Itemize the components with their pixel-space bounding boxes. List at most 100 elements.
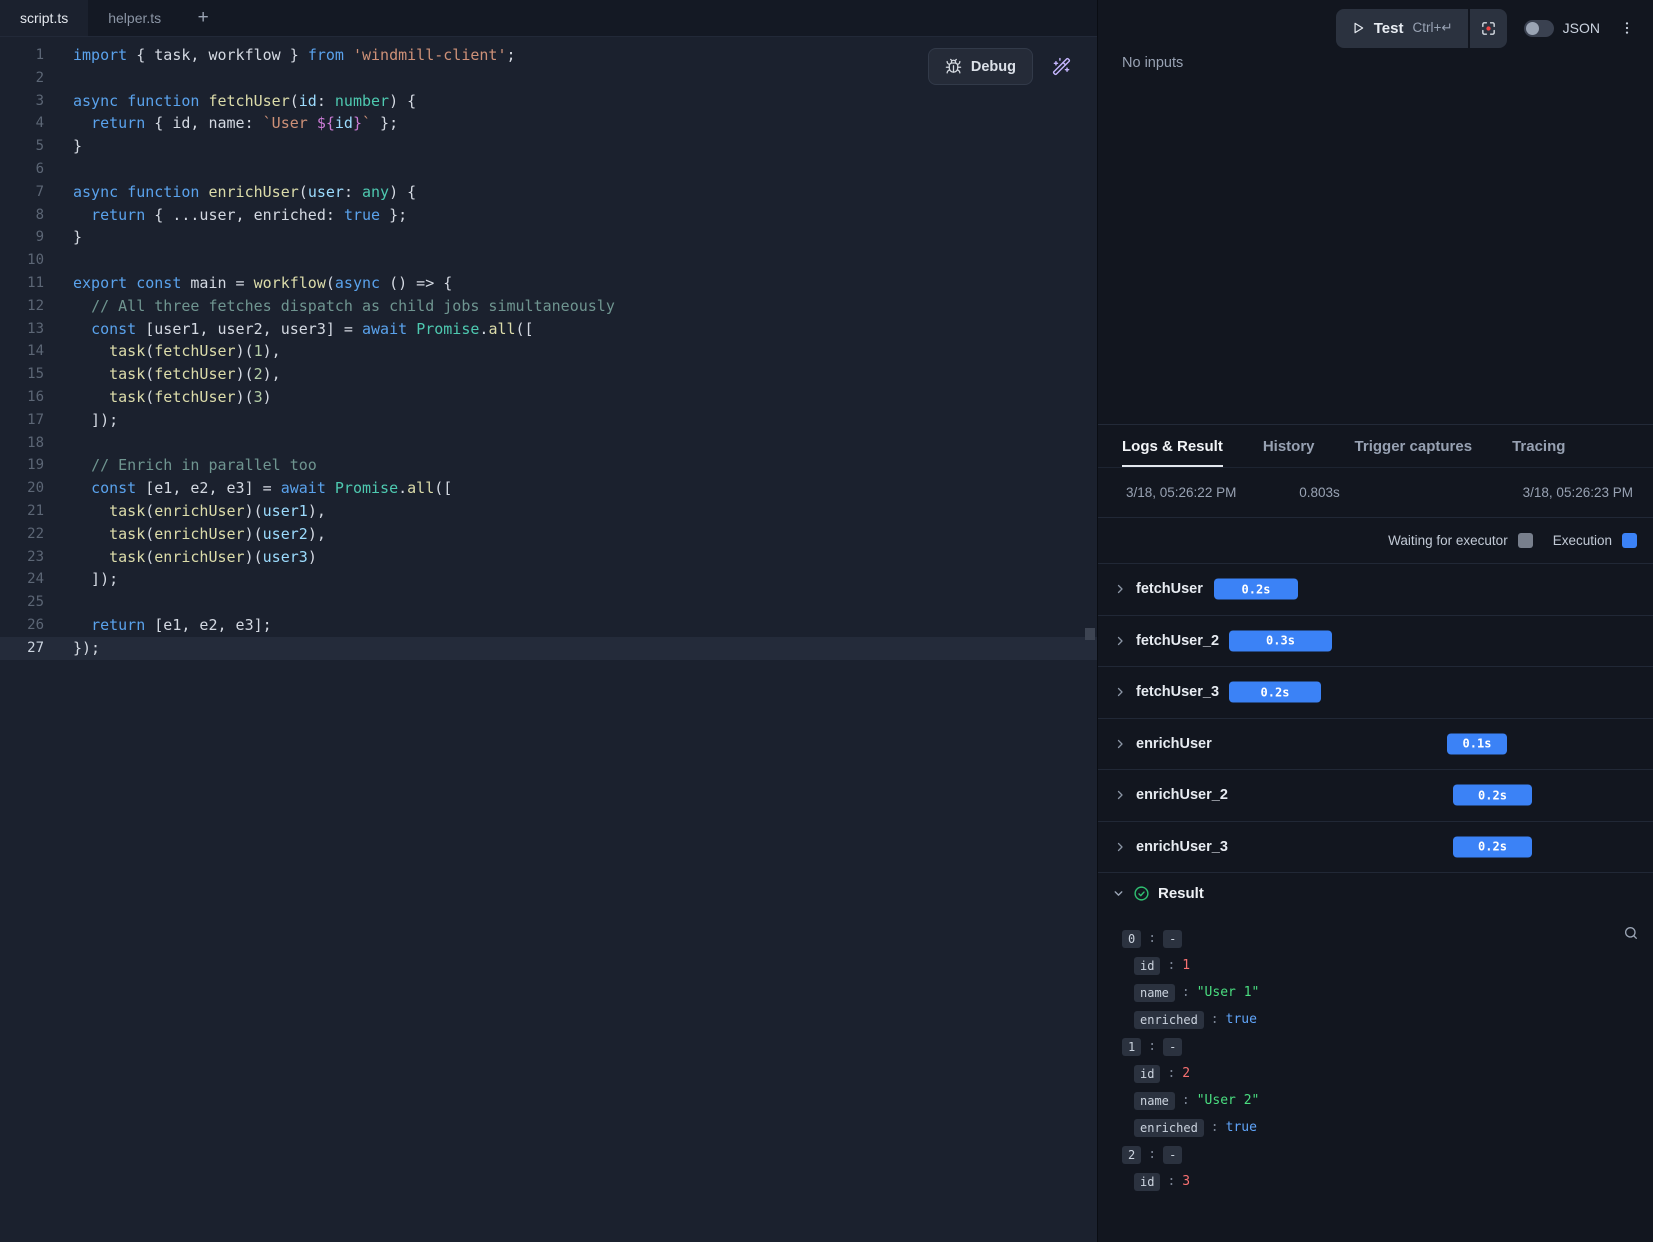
code-text: async function fetchUser(id: number) { <box>44 90 416 113</box>
legend-label: Waiting for executor <box>1388 533 1508 548</box>
tab-history[interactable]: History <box>1263 425 1315 467</box>
editor-tab-script.ts[interactable]: script.ts <box>0 0 88 36</box>
capture-target-button[interactable] <box>1470 9 1507 48</box>
job-row-fetchUser[interactable]: fetchUser0.2s <box>1098 564 1653 616</box>
job-row-enrichUser[interactable]: enrichUser0.1s <box>1098 719 1653 771</box>
code-line-10[interactable]: 10 <box>0 249 1097 272</box>
code-line-16[interactable]: 16 task(fetchUser)(3) <box>0 386 1097 409</box>
line-number: 11 <box>0 272 44 295</box>
chevron-right-icon <box>1114 789 1126 801</box>
job-duration-bar: 0.2s <box>1453 836 1532 857</box>
job-duration-bar: 0.3s <box>1229 630 1332 651</box>
code-text <box>44 432 73 455</box>
code-text <box>44 591 73 614</box>
code-line-20[interactable]: 20 const [e1, e2, e3] = await Promise.al… <box>0 477 1097 500</box>
chevron-right-icon <box>1114 686 1126 698</box>
code-line-27[interactable]: 27}); <box>0 637 1097 660</box>
code-line-23[interactable]: 23 task(enrichUser)(user3) <box>0 546 1097 569</box>
result-header[interactable]: Result <box>1098 873 1653 913</box>
line-number: 16 <box>0 386 44 409</box>
editor-tab-helper.ts[interactable]: helper.ts <box>88 0 181 36</box>
result-row: enriched:true <box>1114 1114 1637 1141</box>
logs-tabbar: Logs & Result History Trigger captures Trac… <box>1098 425 1653 468</box>
tab-logs-result[interactable]: Logs & Result <box>1122 425 1223 467</box>
code-line-24[interactable]: 24 ]); <box>0 568 1097 591</box>
result-key: 0 <box>1122 930 1141 948</box>
code-text: export const main = workflow(async () =>… <box>44 272 452 295</box>
code-line-17[interactable]: 17 ]); <box>0 409 1097 432</box>
ai-assist-button[interactable] <box>1046 52 1076 82</box>
editor-actions: Debug <box>928 48 1076 85</box>
collapse-toggle[interactable]: - <box>1163 930 1182 948</box>
chevron-right-icon <box>1114 841 1126 853</box>
result-search-button[interactable] <box>1623 925 1639 941</box>
line-number: 14 <box>0 340 44 363</box>
run-start-time: 3/18, 05:26:22 PM <box>1126 485 1236 500</box>
code-line-18[interactable]: 18 <box>0 432 1097 455</box>
result-row: name:"User 1" <box>1114 979 1637 1006</box>
job-row-fetchUser_2[interactable]: fetchUser_20.3s <box>1098 616 1653 668</box>
code-line-13[interactable]: 13 const [user1, user2, user3] = await P… <box>0 318 1097 341</box>
code-line-21[interactable]: 21 task(enrichUser)(user1), <box>0 500 1097 523</box>
runner-header: Test Ctrl+↵ JSON <box>1114 8 1637 48</box>
collapse-toggle[interactable]: - <box>1163 1038 1182 1056</box>
line-number: 19 <box>0 454 44 477</box>
line-number: 21 <box>0 500 44 523</box>
code-text: task(fetchUser)(3) <box>44 386 272 409</box>
legend-swatch <box>1622 533 1637 548</box>
editor-scrollbar-marker[interactable] <box>1085 628 1095 640</box>
kebab-menu-button[interactable] <box>1617 13 1637 43</box>
code-text: } <box>44 135 82 158</box>
code-text: task(fetchUser)(2), <box>44 363 281 386</box>
json-toggle[interactable] <box>1524 20 1554 37</box>
tab-trigger-captures[interactable]: Trigger captures <box>1355 425 1473 467</box>
code-line-15[interactable]: 15 task(fetchUser)(2), <box>0 363 1097 386</box>
line-number: 8 <box>0 204 44 227</box>
code-line-5[interactable]: 5} <box>0 135 1097 158</box>
result-value: 2 <box>1182 1066 1190 1081</box>
code-line-8[interactable]: 8 return { ...user, enriched: true }; <box>0 204 1097 227</box>
line-number: 3 <box>0 90 44 113</box>
legend-label: Execution <box>1553 533 1612 548</box>
code-line-7[interactable]: 7async function enrichUser(user: any) { <box>0 181 1097 204</box>
job-row-enrichUser_2[interactable]: enrichUser_20.2s <box>1098 770 1653 822</box>
search-icon <box>1623 925 1639 941</box>
line-number: 20 <box>0 477 44 500</box>
code-line-14[interactable]: 14 task(fetchUser)(1), <box>0 340 1097 363</box>
code-line-25[interactable]: 25 <box>0 591 1097 614</box>
code-line-26[interactable]: 26 return [e1, e2, e3]; <box>0 614 1097 637</box>
job-row-enrichUser_3[interactable]: enrichUser_30.2s <box>1098 822 1653 874</box>
code-line-6[interactable]: 6 <box>0 158 1097 181</box>
colon: : <box>1148 931 1156 946</box>
tab-tracing[interactable]: Tracing <box>1512 425 1565 467</box>
magic-wand-icon <box>1052 57 1071 76</box>
result-value: true <box>1226 1120 1257 1135</box>
code-line-3[interactable]: 3async function fetchUser(id: number) { <box>0 90 1097 113</box>
job-timeline: fetchUser0.2sfetchUser_20.3sfetchUser_30… <box>1098 564 1653 873</box>
line-number: 7 <box>0 181 44 204</box>
result-row: 2:- <box>1114 1141 1637 1168</box>
code-text: // Enrich in parallel too <box>44 454 317 477</box>
result-json-viewer: 0:-id:1name:"User 1"enriched:true1:-id:2… <box>1098 913 1653 1242</box>
job-name: enrichUser_2 <box>1136 787 1228 803</box>
test-button[interactable]: Test Ctrl+↵ <box>1336 9 1468 48</box>
code-line-12[interactable]: 12 // All three fetches dispatch as chil… <box>0 295 1097 318</box>
code-editor[interactable]: 1import { task, workflow } from 'windmil… <box>0 37 1097 1242</box>
job-name: enrichUser <box>1136 736 1212 752</box>
json-toggle-group: JSON <box>1524 20 1600 37</box>
check-circle-icon <box>1133 885 1150 902</box>
job-name: fetchUser <box>1136 581 1203 597</box>
code-line-4[interactable]: 4 return { id, name: `User ${id}` }; <box>0 112 1097 135</box>
debug-button[interactable]: Debug <box>928 48 1033 85</box>
line-number: 27 <box>0 637 44 660</box>
line-number: 5 <box>0 135 44 158</box>
job-duration-bar: 0.2s <box>1229 682 1321 703</box>
code-line-22[interactable]: 22 task(enrichUser)(user2), <box>0 523 1097 546</box>
code-line-19[interactable]: 19 // Enrich in parallel too <box>0 454 1097 477</box>
legend-item: Execution <box>1553 533 1637 548</box>
new-tab-button[interactable]: + <box>181 0 225 36</box>
collapse-toggle[interactable]: - <box>1163 1146 1182 1164</box>
job-row-fetchUser_3[interactable]: fetchUser_30.2s <box>1098 667 1653 719</box>
code-line-9[interactable]: 9} <box>0 226 1097 249</box>
code-line-11[interactable]: 11export const main = workflow(async () … <box>0 272 1097 295</box>
